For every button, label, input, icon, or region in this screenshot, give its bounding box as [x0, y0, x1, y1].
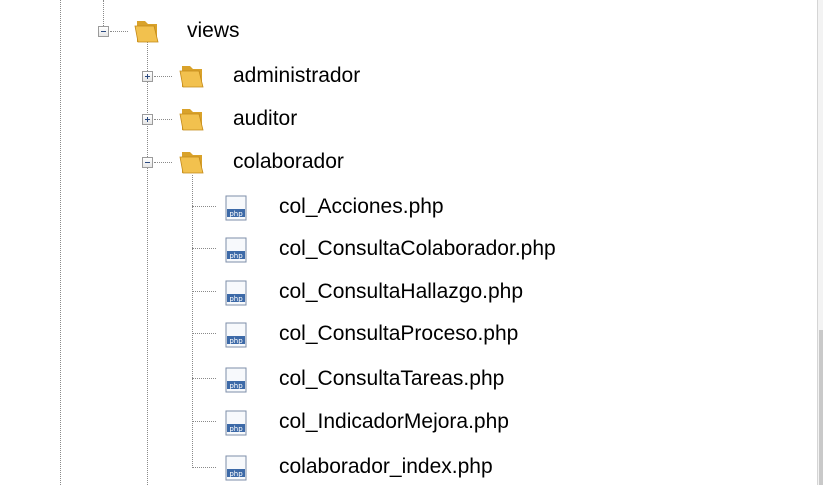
php-file-icon: php [225, 322, 247, 348]
php-file-icon: php [225, 367, 247, 393]
tree-guide-line [192, 421, 216, 422]
tree-item-auditor[interactable]: auditor [231, 106, 299, 132]
tree-item-file[interactable]: col_ConsultaTareas.php [277, 366, 506, 392]
php-file-icon: php [225, 280, 247, 306]
tree-guide-line [192, 333, 216, 334]
tree-guide-line [192, 248, 216, 249]
tree-guide-line [192, 175, 193, 468]
tree-guide-line [154, 76, 172, 77]
svg-text:php: php [229, 382, 243, 390]
tree-item-file[interactable]: col_IndicadorMejora.php [277, 409, 511, 435]
tree-guide-line [103, 0, 104, 28]
tree-guide-line [147, 38, 148, 163]
folder-icon [179, 66, 204, 88]
folder-open-icon [179, 152, 204, 174]
folder-open-icon [134, 21, 159, 43]
scrollbar-thumb[interactable] [819, 330, 823, 485]
php-file-icon: php [225, 237, 247, 263]
tree-guide-line [147, 163, 148, 485]
svg-text:php: php [229, 337, 243, 345]
svg-text:php: php [229, 252, 243, 260]
php-file-icon: php [225, 195, 247, 221]
collapse-toggle-views[interactable] [98, 26, 109, 37]
svg-text:php: php [229, 425, 243, 433]
tree-guide-line [192, 291, 216, 292]
tree-guide-line [154, 119, 172, 120]
tree-guide-line [110, 31, 128, 32]
svg-text:php: php [229, 295, 243, 303]
php-file-icon: php [225, 455, 247, 481]
tree-guide-line [192, 378, 216, 379]
tree-item-colaborador[interactable]: colaborador [231, 149, 346, 175]
tree-item-file[interactable]: col_Acciones.php [277, 194, 446, 220]
file-tree: views administrador auditor colaborador … [0, 0, 823, 485]
tree-item-administrador[interactable]: administrador [231, 63, 362, 89]
tree-item-file[interactable]: colaborador_index.php [277, 454, 495, 480]
tree-guide-line [154, 162, 172, 163]
tree-guide-line [192, 467, 216, 468]
tree-guide-line [60, 0, 61, 485]
tree-item-file[interactable]: col_ConsultaColaborador.php [277, 236, 558, 262]
collapse-toggle-colaborador[interactable] [142, 157, 153, 168]
tree-item-file[interactable]: col_ConsultaHallazgo.php [277, 279, 525, 305]
expand-toggle-auditor[interactable] [142, 114, 153, 125]
scrollbar[interactable] [817, 0, 823, 485]
tree-guide-line [192, 206, 216, 207]
php-file-icon: php [225, 410, 247, 436]
folder-icon [179, 109, 204, 131]
tree-item-views[interactable]: views [185, 18, 242, 44]
expand-toggle-administrador[interactable] [142, 71, 153, 82]
svg-text:php: php [229, 210, 243, 218]
tree-item-file[interactable]: col_ConsultaProceso.php [277, 321, 520, 347]
svg-text:php: php [229, 470, 243, 478]
